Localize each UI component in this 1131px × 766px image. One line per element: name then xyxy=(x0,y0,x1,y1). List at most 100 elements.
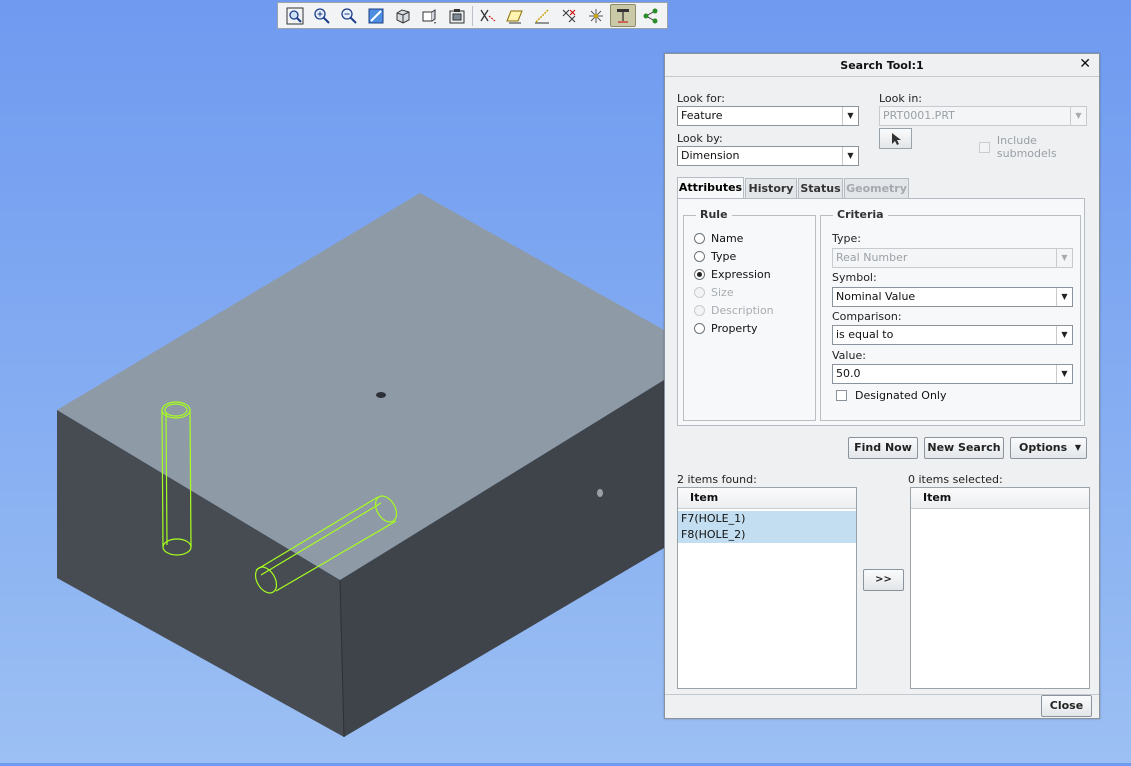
look-in-select[interactable]: PRT0001.PRT ▼ xyxy=(879,106,1087,126)
symbol-label: Symbol: xyxy=(832,271,877,284)
comparison-label: Comparison: xyxy=(832,310,902,323)
value-value: 50.0 xyxy=(836,367,861,380)
include-submodels-label: Include submodels xyxy=(996,134,1057,160)
found-column-header[interactable]: Item xyxy=(678,488,856,509)
look-in-label: Look in: xyxy=(879,92,922,105)
dialog-titlebar: Search Tool:1 ✕ xyxy=(665,54,1099,77)
options-label: Options xyxy=(1019,441,1068,454)
chevron-down-icon: ▼ xyxy=(842,147,858,165)
radio-circle xyxy=(694,304,705,316)
rule-type-label: Type xyxy=(711,249,737,263)
chevron-down-icon: ▼ xyxy=(1074,443,1081,452)
options-button[interactable]: Options ▼ xyxy=(1010,437,1087,459)
close-button[interactable]: Close xyxy=(1041,695,1092,717)
rule-property-radio[interactable]: Property xyxy=(694,320,758,336)
list-item[interactable]: F8(HOLE_2) xyxy=(678,527,856,543)
plane-display-icon[interactable] xyxy=(502,4,528,27)
chevron-down-icon: ▼ xyxy=(1070,107,1086,125)
comparison-value: is equal to xyxy=(836,328,894,341)
hole-side-marker xyxy=(597,489,603,497)
footer-divider xyxy=(665,694,1099,695)
rule-type-radio[interactable]: Type xyxy=(694,248,736,264)
look-for-value: Feature xyxy=(681,109,723,122)
chevron-down-icon: ▼ xyxy=(842,107,858,125)
csys-display-icon[interactable] xyxy=(583,4,609,27)
designated-only-checkbox[interactable]: Designated Only xyxy=(836,389,946,402)
zoom-out-icon[interactable] xyxy=(336,4,362,27)
rule-expression-label: Expression xyxy=(711,267,771,281)
close-icon[interactable]: ✕ xyxy=(1079,56,1091,72)
radio-circle xyxy=(694,250,705,262)
look-for-select[interactable]: Feature ▼ xyxy=(677,106,859,126)
spin-center-icon[interactable] xyxy=(637,4,663,27)
rule-group: Rule Name Type Expression Size Descripti… xyxy=(683,208,816,421)
look-in-value: PRT0001.PRT xyxy=(883,109,955,122)
value-field[interactable]: 50.0 ▼ xyxy=(832,364,1073,384)
selected-label: 0 items selected: xyxy=(908,473,1003,486)
chevron-down-icon: ▼ xyxy=(1056,326,1072,344)
type-select[interactable]: Real Number ▼ xyxy=(832,248,1073,268)
radio-circle xyxy=(694,232,705,244)
radio-circle xyxy=(694,268,705,280)
symbol-value: Nominal Value xyxy=(836,290,916,303)
pointer-icon xyxy=(891,132,901,145)
value-label: Value: xyxy=(832,349,866,362)
rule-name-label: Name xyxy=(711,231,744,245)
tab-status[interactable]: Status xyxy=(798,178,843,199)
new-search-button[interactable]: New Search xyxy=(924,437,1004,459)
look-by-value: Dimension xyxy=(681,149,740,162)
list-item[interactable]: F7(HOLE_1) xyxy=(678,511,856,527)
comparison-select[interactable]: is equal to ▼ xyxy=(832,325,1073,345)
rule-size-radio[interactable]: Size xyxy=(694,284,734,300)
annotation-display-icon[interactable] xyxy=(610,4,636,27)
found-items-list[interactable]: Item F7(HOLE_1) F8(HOLE_2) xyxy=(677,487,857,689)
selected-column-header[interactable]: Item xyxy=(911,488,1089,509)
find-now-button[interactable]: Find Now xyxy=(848,437,918,459)
look-for-label: Look for: xyxy=(677,92,725,105)
include-submodels-checkbox[interactable]: Include submodels xyxy=(979,134,1099,160)
type-value: Real Number xyxy=(836,251,908,264)
rule-property-label: Property xyxy=(711,321,758,335)
criteria-group: Criteria Type: Real Number ▼ Symbol: Nom… xyxy=(820,208,1081,421)
select-model-button[interactable] xyxy=(879,128,912,149)
add-to-selection-button[interactable]: >> xyxy=(863,569,904,591)
tab-history[interactable]: History xyxy=(745,178,797,199)
saved-orientations-icon[interactable] xyxy=(417,4,443,27)
axis-display-icon[interactable] xyxy=(529,4,555,27)
symbol-select[interactable]: Nominal Value ▼ xyxy=(832,287,1073,307)
designated-only-label: Designated Only xyxy=(855,389,947,402)
rule-legend: Rule xyxy=(696,208,732,221)
tab-geometry[interactable]: Geometry xyxy=(844,178,909,199)
attributes-panel: Rule Name Type Expression Size Descripti… xyxy=(677,198,1085,426)
criteria-legend: Criteria xyxy=(833,208,888,221)
checkbox-box xyxy=(979,141,990,153)
rule-size-label: Size xyxy=(711,285,734,299)
datum-display-icon[interactable] xyxy=(475,4,501,27)
chevron-down-icon: ▼ xyxy=(1056,249,1072,267)
refit-icon[interactable] xyxy=(282,4,308,27)
repaint-icon[interactable] xyxy=(363,4,389,27)
checkbox-box xyxy=(836,390,847,401)
chevron-down-icon: ▼ xyxy=(1056,365,1072,383)
view-toolbar xyxy=(277,2,668,29)
found-label: 2 items found: xyxy=(677,473,757,486)
radio-circle xyxy=(694,322,705,334)
display-style-icon[interactable] xyxy=(390,4,416,27)
tab-attributes[interactable]: Attributes xyxy=(677,177,744,200)
dialog-title: Search Tool:1 xyxy=(840,58,924,72)
look-by-select[interactable]: Dimension ▼ xyxy=(677,146,859,166)
radio-circle xyxy=(694,286,705,298)
hole-top-marker xyxy=(376,392,386,398)
search-tool-dialog: Search Tool:1 ✕ Look for: Feature ▼ Look… xyxy=(664,53,1100,719)
rule-name-radio[interactable]: Name xyxy=(694,230,743,246)
view-manager-icon[interactable] xyxy=(444,4,470,27)
rule-description-radio[interactable]: Description xyxy=(694,302,774,318)
selected-items-list[interactable]: Item xyxy=(910,487,1090,689)
point-display-icon[interactable] xyxy=(556,4,582,27)
look-by-label: Look by: xyxy=(677,132,723,145)
zoom-in-icon[interactable] xyxy=(309,4,335,27)
rule-expression-radio[interactable]: Expression xyxy=(694,266,771,282)
rule-description-label: Description xyxy=(711,303,774,317)
chevron-down-icon: ▼ xyxy=(1056,288,1072,306)
type-label: Type: xyxy=(832,232,861,245)
